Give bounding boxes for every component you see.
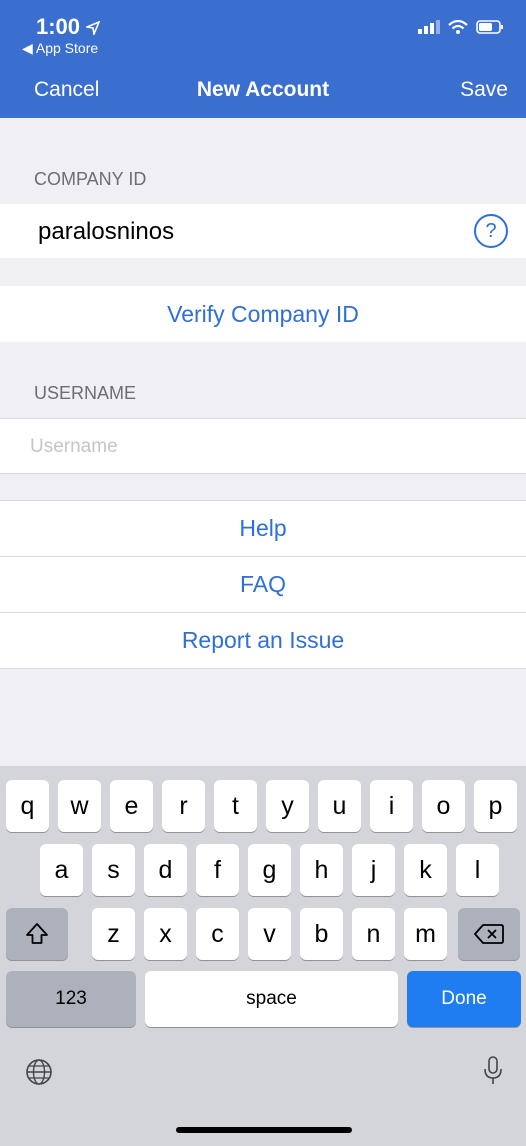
key-p[interactable]: p <box>474 780 517 832</box>
backspace-key[interactable] <box>458 908 520 960</box>
key-t[interactable]: t <box>214 780 257 832</box>
key-g[interactable]: g <box>248 844 291 896</box>
key-x[interactable]: x <box>144 908 187 960</box>
key-l[interactable]: l <box>456 844 499 896</box>
key-w[interactable]: w <box>58 780 101 832</box>
key-y[interactable]: y <box>266 780 309 832</box>
shift-icon <box>26 923 48 944</box>
key-d[interactable]: d <box>144 844 187 896</box>
key-m[interactable]: m <box>404 908 447 960</box>
home-indicator[interactable] <box>176 1127 352 1133</box>
globe-icon[interactable] <box>24 1057 54 1087</box>
location-arrow-icon <box>84 20 101 38</box>
key-s[interactable]: s <box>92 844 135 896</box>
faq-link[interactable]: FAQ <box>0 557 526 612</box>
key-h[interactable]: h <box>300 844 343 896</box>
numbers-key[interactable]: 123 <box>6 971 136 1027</box>
signal-icon <box>418 20 440 34</box>
microphone-icon[interactable] <box>482 1055 504 1087</box>
company-id-field[interactable]: paralosninos ? <box>0 204 526 258</box>
status-time: 1:00 <box>36 14 101 40</box>
cancel-button[interactable]: Cancel <box>34 78 99 102</box>
battery-icon <box>476 20 503 34</box>
key-v[interactable]: v <box>248 908 291 960</box>
back-to-app-store[interactable]: ◀ App Store <box>22 40 98 57</box>
keyboard: q w e r t y u i o p a s d f g h j k l z … <box>0 766 526 1146</box>
key-b[interactable]: b <box>300 908 343 960</box>
key-f[interactable]: f <box>196 844 239 896</box>
company-id-header: COMPANY ID <box>34 169 147 189</box>
username-row <box>0 419 526 475</box>
verify-company-id-button[interactable]: Verify Company ID <box>0 286 526 342</box>
key-q[interactable]: q <box>6 780 49 832</box>
key-a[interactable]: a <box>40 844 83 896</box>
key-o[interactable]: o <box>422 780 465 832</box>
key-e[interactable]: e <box>110 780 153 832</box>
key-k[interactable]: k <box>404 844 447 896</box>
key-z[interactable]: z <box>92 908 135 960</box>
divider <box>0 668 526 669</box>
company-id-value[interactable]: paralosninos <box>38 218 174 246</box>
username-input[interactable] <box>28 419 512 475</box>
nav-bar: Cancel New Account Save <box>0 60 526 118</box>
report-issue-link[interactable]: Report an Issue <box>0 613 526 668</box>
username-header: USERNAME <box>34 383 137 403</box>
space-key[interactable]: space <box>145 971 398 1027</box>
key-u[interactable]: u <box>318 780 361 832</box>
key-c[interactable]: c <box>196 908 239 960</box>
key-j[interactable]: j <box>352 844 395 896</box>
key-n[interactable]: n <box>352 908 395 960</box>
help-circle-icon[interactable]: ? <box>474 214 508 248</box>
help-link[interactable]: Help <box>0 501 526 556</box>
backspace-icon <box>474 924 504 944</box>
divider <box>0 473 526 474</box>
status-bar: 1:00 ◀ App Store <box>0 0 526 60</box>
wifi-icon <box>448 20 468 34</box>
done-key[interactable]: Done <box>407 971 521 1027</box>
key-r[interactable]: r <box>162 780 205 832</box>
save-button[interactable]: Save <box>460 78 508 102</box>
shift-key[interactable] <box>6 908 68 960</box>
key-i[interactable]: i <box>370 780 413 832</box>
